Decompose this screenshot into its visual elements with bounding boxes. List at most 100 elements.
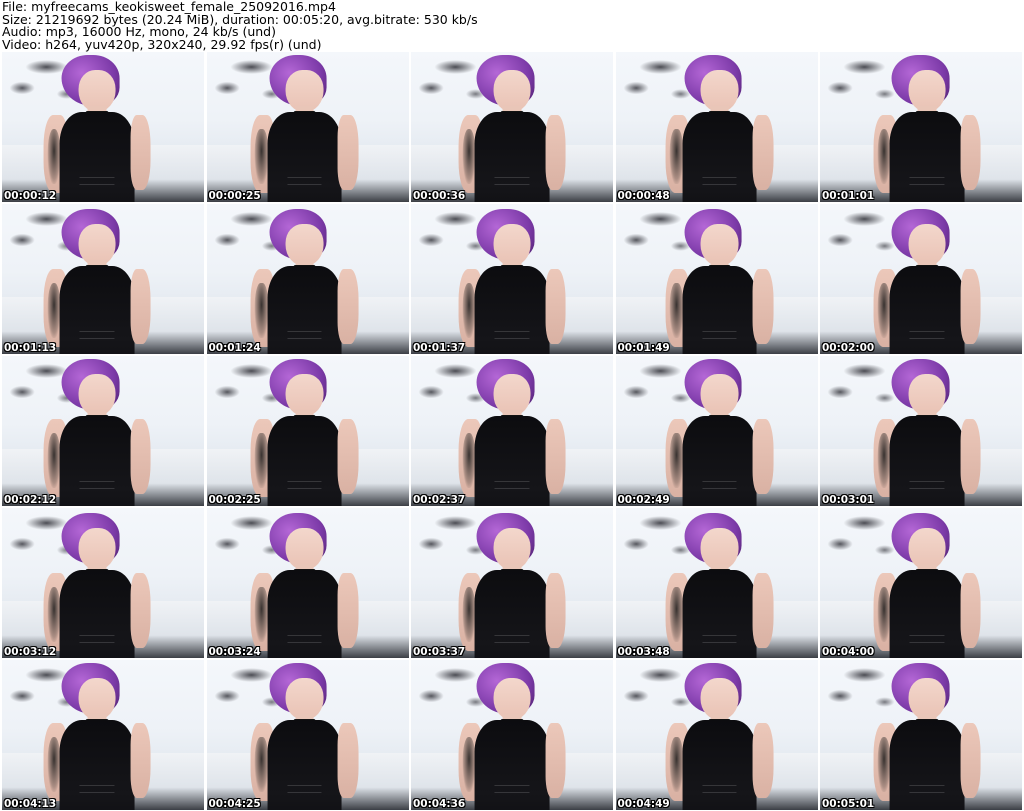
shirt-shape xyxy=(889,112,965,202)
metadata-header: File: myfreecams_keokisweet_female_25092… xyxy=(0,0,1024,52)
tattoo-shape xyxy=(254,433,269,488)
person-figure xyxy=(665,663,774,810)
shirt-shape xyxy=(474,112,550,202)
thumbnail-timestamp: 00:00:36 xyxy=(413,190,466,202)
person-figure xyxy=(873,359,981,506)
right-arm-shape xyxy=(337,269,359,344)
thumbnail-timestamp: 00:01:13 xyxy=(4,342,57,354)
video-thumbnail: 00:03:12 xyxy=(2,508,204,658)
thumbnail-timestamp: 00:03:24 xyxy=(208,646,261,658)
person-figure xyxy=(873,55,981,202)
tattoo-shape xyxy=(47,433,61,488)
tattoo-shape xyxy=(254,129,269,184)
video-thumbnail: 00:04:36 xyxy=(411,660,613,810)
person-figure xyxy=(458,209,566,354)
right-arm-shape xyxy=(960,419,981,494)
tattoo-shape xyxy=(877,433,891,488)
person-figure xyxy=(250,359,359,506)
tattoo-shape xyxy=(877,737,891,792)
right-arm-shape xyxy=(960,573,981,648)
tattoo-shape xyxy=(877,587,891,642)
person-figure xyxy=(250,55,359,202)
shirt-print xyxy=(494,785,530,794)
shirt-print xyxy=(494,481,530,490)
shirt-print xyxy=(79,635,115,644)
shirt-shape xyxy=(474,266,550,354)
shirt-print xyxy=(702,785,737,794)
video-thumbnail: 00:00:25 xyxy=(206,52,409,202)
right-arm-shape xyxy=(130,419,151,494)
thumbnail-timestamp: 00:04:36 xyxy=(413,798,466,810)
video-thumbnail: 00:00:12 xyxy=(2,52,204,202)
video-thumbnail: 00:04:13 xyxy=(2,660,204,810)
person-figure xyxy=(665,55,774,202)
shirt-shape xyxy=(889,266,965,354)
thumbnail-timestamp: 00:02:00 xyxy=(822,342,875,354)
shirt-shape xyxy=(682,720,757,810)
shirt-shape xyxy=(267,112,342,202)
video-thumbnail: 00:04:49 xyxy=(615,660,818,810)
right-arm-shape xyxy=(545,419,566,494)
thumbnail-timestamp: 00:02:37 xyxy=(413,494,466,506)
shirt-print xyxy=(702,177,737,186)
person-figure xyxy=(873,209,981,354)
person-figure xyxy=(665,359,774,506)
shirt-print xyxy=(287,331,322,340)
person-figure xyxy=(43,513,151,658)
person-figure xyxy=(43,663,151,810)
thumbnail-timestamp: 00:02:25 xyxy=(208,494,261,506)
video-thumbnail: 00:03:37 xyxy=(411,508,613,658)
thumbnail-timestamp: 00:04:00 xyxy=(822,646,875,658)
video-thumbnail: 00:01:01 xyxy=(820,52,1022,202)
person-figure xyxy=(458,663,566,810)
tattoo-shape xyxy=(47,129,61,184)
right-arm-shape xyxy=(337,115,359,190)
thumbnail-timestamp: 00:01:01 xyxy=(822,190,875,202)
shirt-shape xyxy=(59,720,135,810)
tattoo-shape xyxy=(47,587,61,642)
right-arm-shape xyxy=(130,723,151,798)
video-thumbnail: 00:03:01 xyxy=(820,356,1022,506)
contact-sheet: File: myfreecams_keokisweet_female_25092… xyxy=(0,0,1024,811)
video-thumbnail: 00:03:48 xyxy=(615,508,818,658)
tattoo-shape xyxy=(877,129,891,184)
person-figure xyxy=(43,55,151,202)
shirt-shape xyxy=(682,266,757,354)
right-arm-shape xyxy=(130,573,151,648)
shirt-print xyxy=(909,481,945,490)
shirt-shape xyxy=(682,416,757,506)
shirt-print xyxy=(909,331,945,340)
video-thumbnail: 00:01:49 xyxy=(615,204,818,354)
video-thumbnail: 00:05:01 xyxy=(820,660,1022,810)
person-figure xyxy=(873,663,981,810)
tattoo-shape xyxy=(669,129,684,184)
video-thumbnail: 00:02:49 xyxy=(615,356,818,506)
right-arm-shape xyxy=(545,573,566,648)
person-figure xyxy=(873,513,981,658)
shirt-print xyxy=(702,331,737,340)
right-arm-shape xyxy=(130,269,151,344)
right-arm-shape xyxy=(960,723,981,798)
tattoo-shape xyxy=(462,433,476,488)
video-line: Video: h264, yuv420p, 320x240, 29.92 fps… xyxy=(2,36,322,52)
right-arm-shape xyxy=(337,723,359,798)
thumbnail-timestamp: 00:04:49 xyxy=(617,798,670,810)
shirt-shape xyxy=(59,416,135,506)
shirt-print xyxy=(287,481,322,490)
shirt-shape xyxy=(267,720,342,810)
shirt-print xyxy=(909,635,945,644)
shirt-print xyxy=(79,785,115,794)
tattoo-shape xyxy=(462,129,476,184)
tattoo-shape xyxy=(47,737,61,792)
tattoo-shape xyxy=(669,587,684,642)
thumbnail-timestamp: 00:01:24 xyxy=(208,342,261,354)
right-arm-shape xyxy=(752,723,774,798)
person-figure xyxy=(458,359,566,506)
thumbnail-timestamp: 00:05:01 xyxy=(822,798,875,810)
thumbnail-timestamp: 00:00:48 xyxy=(617,190,670,202)
thumbnail-timestamp: 00:00:25 xyxy=(208,190,261,202)
video-thumbnail: 00:02:25 xyxy=(206,356,409,506)
right-arm-shape xyxy=(130,115,151,190)
shirt-shape xyxy=(59,112,135,202)
tattoo-shape xyxy=(47,283,61,338)
